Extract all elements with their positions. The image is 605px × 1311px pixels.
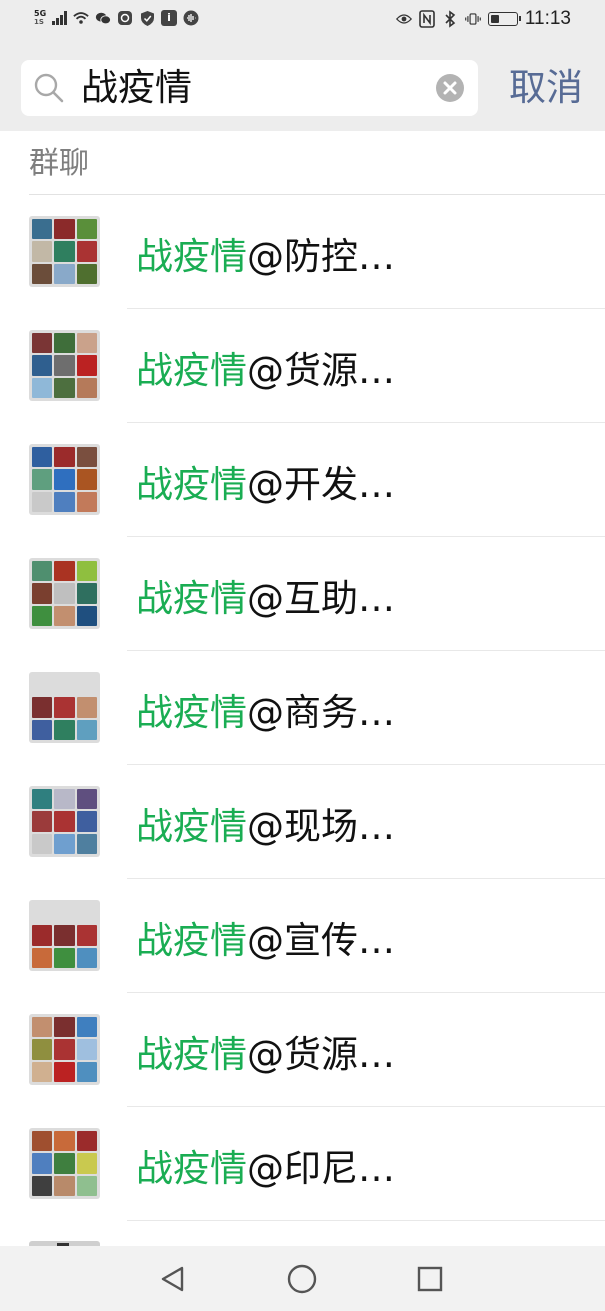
group-chat-item[interactable]: 战疫情@现场…: [0, 765, 605, 879]
status-bar: 5G 1S i 11:13: [0, 0, 605, 44]
group-avatar: [29, 558, 100, 629]
group-chat-name: 战疫情@印尼…: [136, 1107, 395, 1221]
clock: 11:13: [524, 8, 571, 29]
cancel-button[interactable]: 取消: [509, 60, 583, 116]
home-circle-icon[interactable]: [285, 1262, 319, 1296]
match-highlight: 战疫情: [136, 1033, 247, 1076]
network-label: 5G: [34, 9, 47, 18]
group-name-rest: @互助…: [247, 577, 395, 620]
row-divider: [127, 1220, 605, 1221]
group-chat-name: 战疫情@现场…: [136, 765, 395, 879]
group-avatar: [29, 216, 100, 287]
signal-icon: [52, 11, 67, 25]
group-chat-name: 战疫情@防控…: [136, 195, 395, 309]
search-icon: [33, 72, 65, 108]
match-highlight: 战疫情: [136, 1147, 247, 1190]
group-chat-name: 战疫情@商务…: [136, 651, 395, 765]
shield-icon: [139, 10, 155, 26]
group-chat-name: 战疫情@宣传…: [136, 879, 395, 993]
battery-fill: [490, 15, 499, 23]
search-header: 战疫情 取消: [0, 44, 605, 131]
network-sub: 1S: [34, 18, 44, 26]
group-name-rest: @防控…: [247, 235, 395, 278]
info-icon: i: [161, 10, 177, 26]
group-avatar: [29, 444, 100, 515]
group-chat-name: 战疫情@货源…: [136, 993, 395, 1107]
group-chat-item[interactable]: 战疫情@货源…: [0, 993, 605, 1107]
match-highlight: 战疫情: [136, 235, 247, 278]
group-chat-name: 战疫情@互助…: [136, 537, 395, 651]
match-highlight: 战疫情: [136, 577, 247, 620]
group-chat-item[interactable]: 战疫情@宣传…: [0, 879, 605, 993]
group-name-rest: @现场…: [247, 805, 395, 848]
clear-icon[interactable]: [436, 74, 464, 102]
search-input[interactable]: 战疫情: [21, 60, 478, 116]
navigation-bar: [0, 1246, 605, 1311]
group-chat-item[interactable]: 战疫情@开发…: [0, 423, 605, 537]
voice-icon: [183, 10, 199, 26]
bluetooth-icon: [442, 10, 458, 28]
message-icon: [117, 10, 133, 26]
group-avatar: [29, 330, 100, 401]
battery-icon: [487, 12, 521, 26]
group-chat-name: 战疫情@开发…: [136, 423, 395, 537]
match-highlight: 战疫情: [136, 463, 247, 506]
network-indicator: 5G 1S: [34, 9, 47, 27]
group-avatar: [29, 1128, 100, 1199]
group-name-rest: @商务…: [247, 691, 395, 734]
match-highlight: 战疫情: [136, 691, 247, 734]
match-highlight: 战疫情: [136, 919, 247, 962]
group-chat-item[interactable]: 战疫情@商务…: [0, 651, 605, 765]
wifi-icon: [73, 10, 89, 26]
group-name-rest: @货源…: [247, 349, 395, 392]
group-name-rest: @开发…: [247, 463, 395, 506]
group-name-rest: @宣传…: [247, 919, 395, 962]
eye-icon: [395, 11, 412, 27]
match-highlight: 战疫情: [136, 805, 247, 848]
wechat-icon: [95, 10, 111, 26]
group-name-rest: @货源…: [247, 1033, 395, 1076]
group-avatar: [29, 786, 100, 857]
group-chat-item[interactable]: 战疫情@印尼…: [0, 1107, 605, 1221]
search-query[interactable]: 战疫情: [81, 60, 192, 116]
section-title: 群聊: [29, 146, 89, 181]
group-avatar: [29, 672, 100, 743]
back-triangle-icon[interactable]: [156, 1262, 190, 1296]
group-chat-name: 战疫情@货源…: [136, 309, 395, 423]
vibrate-icon: [465, 11, 481, 27]
group-chat-item[interactable]: 战疫情@防控…: [0, 195, 605, 309]
match-highlight: 战疫情: [136, 349, 247, 392]
status-left: 5G 1S i: [34, 10, 199, 26]
group-avatar: [29, 1014, 100, 1085]
status-right: 11:13: [395, 8, 571, 30]
group-chat-item[interactable]: 战疫情@互助…: [0, 537, 605, 651]
group-name-rest: @印尼…: [247, 1147, 395, 1190]
group-chat-item[interactable]: 战疫情@货源…: [0, 309, 605, 423]
nfc-icon: [419, 10, 435, 28]
recents-square-icon[interactable]: [413, 1262, 447, 1296]
group-avatar: [29, 900, 100, 971]
